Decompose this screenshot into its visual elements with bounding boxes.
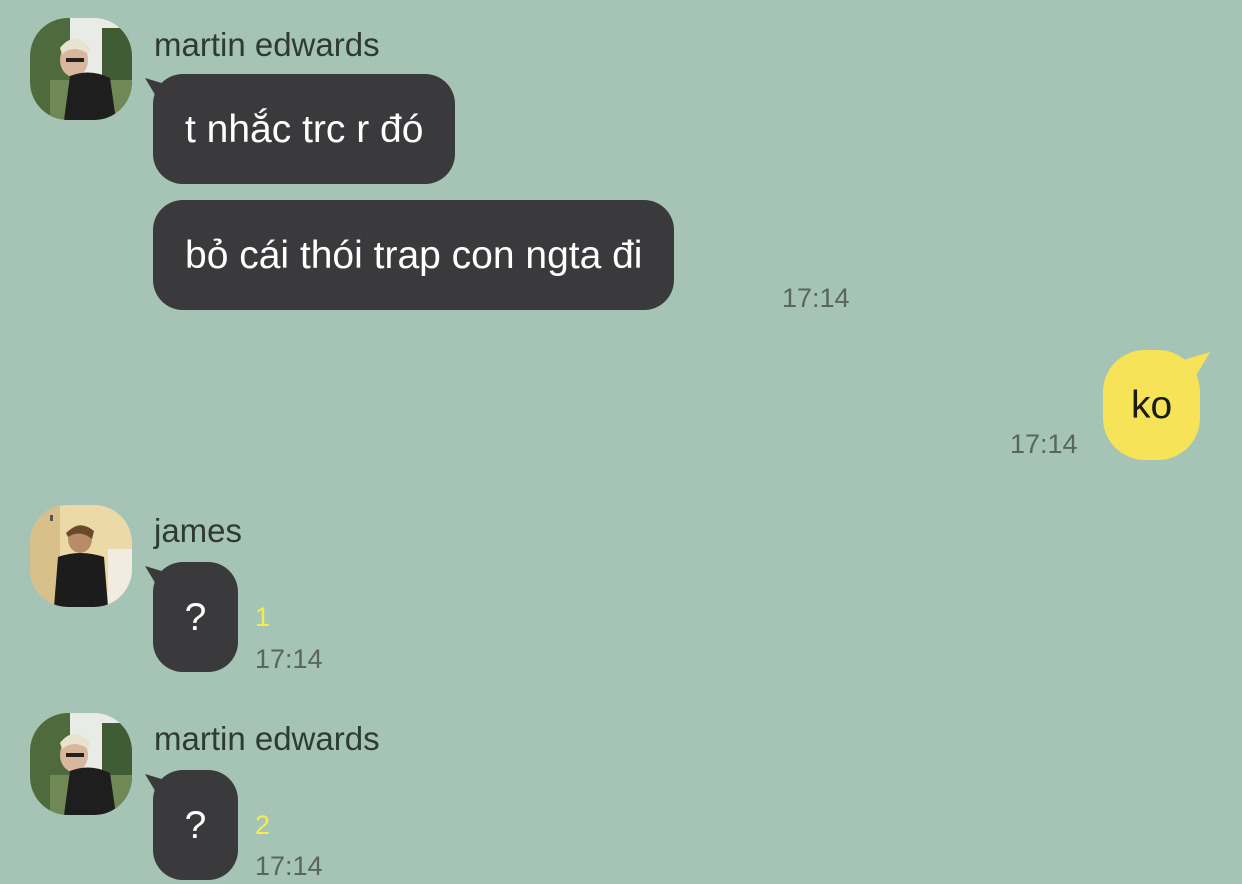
sender-name: james: [154, 512, 243, 549]
unread-count: 2: [255, 810, 271, 840]
sender-name: martin edwards: [154, 720, 380, 757]
message-timestamp: 17:14: [1010, 429, 1078, 459]
message-bubble[interactable]: bỏ cái thói trap con ngta đi: [153, 200, 675, 310]
avatar-martin-edwards[interactable]: [30, 18, 132, 120]
message-bubble[interactable]: ?: [153, 770, 238, 880]
message-bubble[interactable]: t nhắc trc r đó: [153, 74, 456, 184]
sender-name: martin edwards: [154, 26, 380, 63]
message-timestamp: 17:14: [255, 851, 323, 881]
avatar-james[interactable]: [30, 505, 132, 607]
chat-view: martin edwards t nhắc trc r đó bỏ cái th…: [0, 0, 1242, 884]
avatar-martin-edwards[interactable]: [30, 713, 132, 815]
message-timestamp: 17:14: [255, 644, 323, 674]
message-bubble[interactable]: ?: [153, 562, 238, 672]
my-message-bubble[interactable]: ko: [1103, 350, 1201, 460]
message-timestamp: 17:14: [782, 283, 850, 313]
unread-count: 1: [255, 602, 271, 632]
